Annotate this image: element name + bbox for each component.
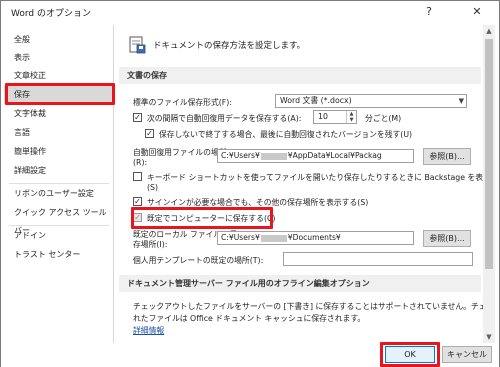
show-extra-places-checkbox[interactable]: ✓: [133, 197, 142, 206]
document-save-icon: [129, 36, 146, 54]
template-location-label: 個人用テンプレートの既定の場所(T):: [133, 256, 264, 265]
highlight-save-nav: [5, 83, 115, 105]
autorecover-label: 次の間隔で自動回復用データを保存する(A):: [147, 114, 302, 123]
format-label: 標準のファイル保存形式(F):: [133, 98, 232, 107]
sidebar-item-advanced[interactable]: 詳細設定: [4, 162, 114, 180]
options-sidebar: 全般 表示 文章校正 保存 文字体裁 言語 簡単操作 詳細設定 リボンのユーザー…: [4, 25, 114, 345]
word-options-dialog: Word のオプション ? ✕ 全般 表示 文章校正 保存 文字体裁 言語 簡単…: [0, 0, 500, 367]
browse-autorecover-button[interactable]: 参照(B)...: [423, 148, 471, 165]
browse-default-location-button[interactable]: 参照(B)...: [423, 230, 471, 247]
chevron-down-icon: ▼: [458, 97, 464, 105]
autorecover-path-suffix: ¥AppData¥Local¥Packag: [287, 151, 382, 160]
minutes-unit-label: 分ごと(M): [365, 114, 402, 123]
help-button[interactable]: ?: [419, 3, 439, 21]
section-save-documents: 文書の保存: [119, 67, 481, 84]
highlight-ok-button: [380, 342, 440, 367]
highlight-save-to-computer: [131, 207, 273, 229]
keep-last-version-checkbox[interactable]: ✓: [145, 129, 154, 138]
redacted-username: [260, 234, 287, 242]
sidebar-item-language[interactable]: 言語: [4, 124, 114, 142]
offline-description-line2: れたファイルは Office ドキュメント キャッシュに保存されます。: [133, 314, 366, 323]
default-local-prefix: C:¥Users¥: [221, 233, 260, 242]
autorecover-path-key: (R):: [133, 158, 148, 167]
template-location-field[interactable]: [283, 252, 473, 266]
sidebar-item-display[interactable]: 表示: [4, 49, 114, 67]
save-format-value: Word 文書 (*.docx): [280, 96, 352, 105]
sidebar-item-customize-ribbon[interactable]: リボンのユーザー設定: [4, 185, 114, 203]
autorecover-path-label: 自動回復用ファイルの場所: [133, 148, 227, 157]
scroll-down-icon[interactable]: ▼: [483, 331, 495, 343]
autorecover-minutes-stepper[interactable]: 10 ▲ ▼: [313, 110, 357, 124]
default-local-location-field[interactable]: C:¥Users¥ ¥Documents¥: [217, 231, 414, 245]
sidebar-divider: [9, 225, 109, 226]
cancel-button[interactable]: キャンセル: [442, 346, 492, 363]
section-offline-editing: ドキュメント管理サーバー ファイル用のオフライン編集オプション: [119, 275, 481, 292]
title-bar: Word のオプション ? ✕: [1, 1, 499, 23]
keyboard-backstage-key: (S): [147, 183, 159, 192]
sidebar-item-add-ins[interactable]: アドイン: [4, 227, 114, 245]
sidebar-item-quick-access-toolbar[interactable]: クイック アクセス ツール バー: [4, 204, 114, 235]
autorecover-path-field[interactable]: C:¥Users¥ ¥AppData¥Local¥Packag: [217, 149, 414, 163]
options-content: ドキュメントの保存方法を設定します。 文書の保存 標準のファイル保存形式(F):…: [115, 25, 483, 343]
sidebar-item-accessibility[interactable]: 簡単操作: [4, 143, 114, 161]
redacted-username: [260, 152, 287, 160]
offline-description-line1: チェックアウトしたファイルをサーバーの [下書き] に保存することはサポートされ…: [133, 302, 483, 311]
keyboard-backstage-label: キーボード ショートカットを使ってファイルを開いたり保存したりするときに Bac…: [147, 173, 483, 182]
save-format-select[interactable]: Word 文書 (*.docx) ▼: [275, 94, 467, 108]
dialog-title: Word のオプション: [11, 9, 91, 19]
default-local-suffix: ¥Documents¥: [287, 233, 341, 242]
keyboard-backstage-checkbox[interactable]: [133, 172, 142, 181]
close-button[interactable]: ✕: [465, 3, 489, 21]
sidebar-item-trust-center[interactable]: トラスト センター: [4, 246, 114, 264]
page-header: ドキュメントの保存方法を設定します。: [153, 41, 306, 51]
autorecover-checkbox[interactable]: ✓: [133, 113, 142, 122]
sidebar-item-general[interactable]: 全般: [4, 31, 114, 49]
default-local-location-key: 存場所(I):: [133, 240, 168, 249]
autorecover-minutes-value: 10: [318, 112, 328, 121]
sidebar-item-typography[interactable]: 文字体裁: [4, 105, 114, 123]
keep-last-version-label: 保存しないで終了する場合、最後に自動回復されたバージョンを残す(U): [159, 130, 413, 139]
spin-arrows-icon[interactable]: ▲ ▼: [346, 111, 356, 123]
scrollbar-thumb[interactable]: [485, 39, 493, 269]
sidebar-divider: [9, 183, 109, 184]
autorecover-path-prefix: C:¥Users¥: [221, 151, 260, 160]
details-link[interactable]: 詳細情報: [133, 325, 164, 336]
scroll-up-icon[interactable]: ▲: [483, 25, 495, 37]
